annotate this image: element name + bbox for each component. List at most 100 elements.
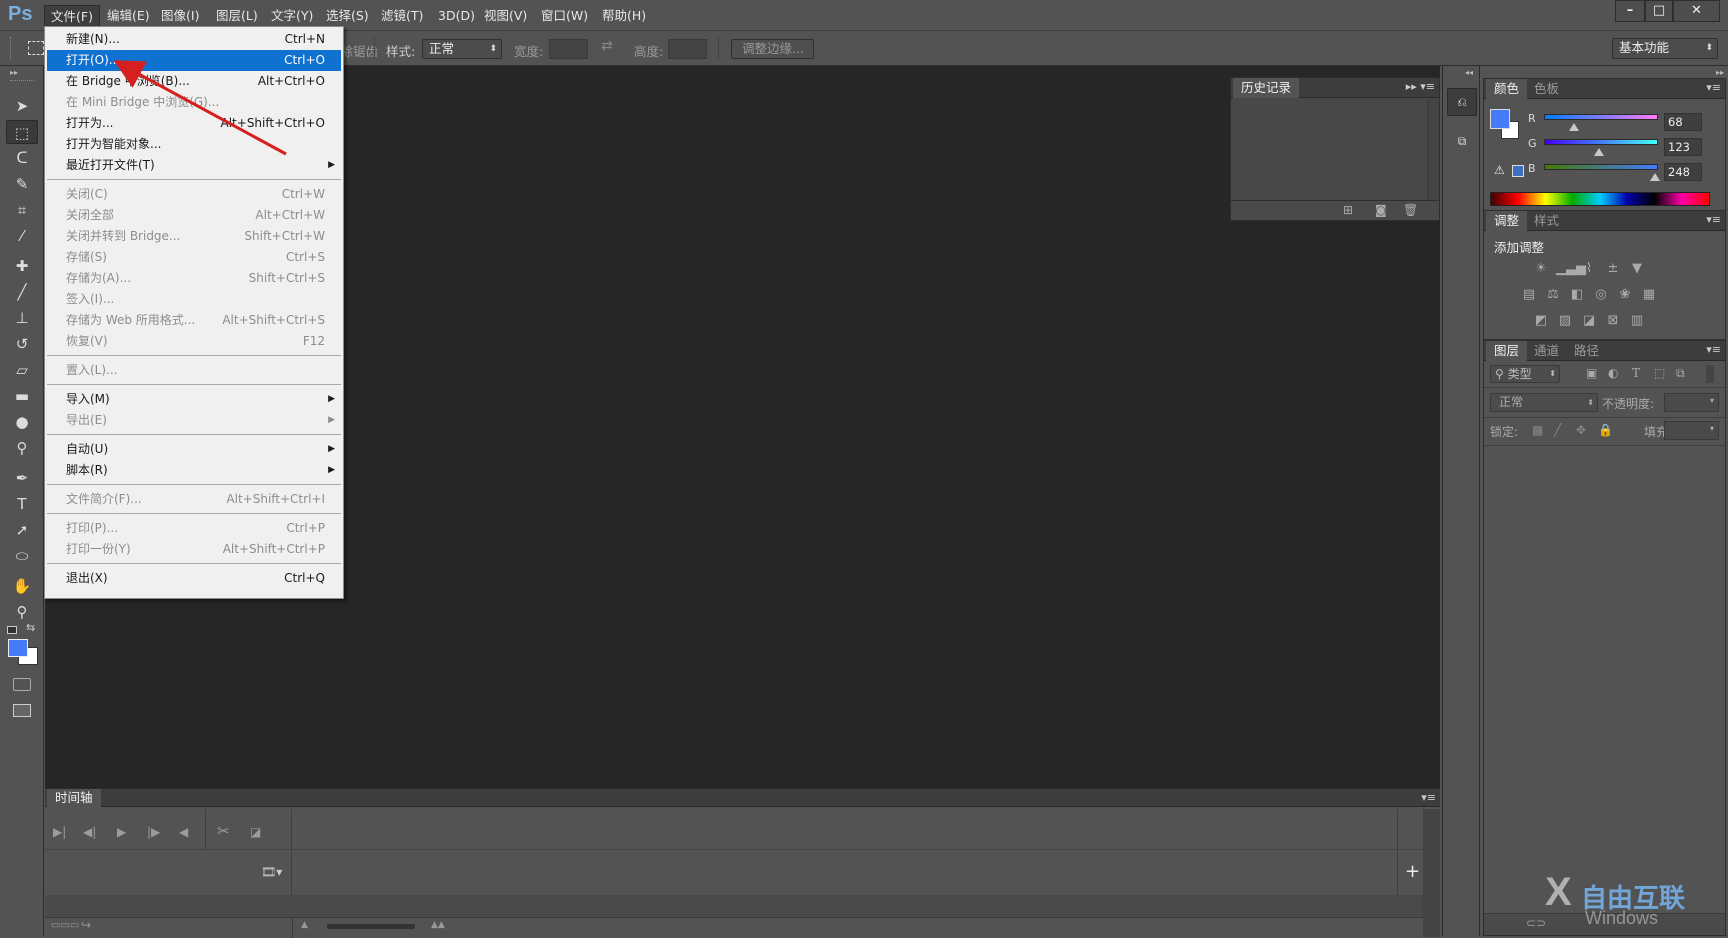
screen-mode-icon[interactable] xyxy=(13,704,31,717)
tab-adjustments[interactable]: 调整 xyxy=(1486,211,1528,231)
tab-color[interactable]: 颜色 xyxy=(1486,79,1528,99)
next-frame-icon[interactable]: |▶ xyxy=(147,825,160,839)
file-menu-item[interactable]: 脚本(R) ▶ xyxy=(47,460,341,481)
file-menu-item[interactable]: 导出(E) ▶ xyxy=(47,410,341,431)
scissors-icon[interactable]: ✂ xyxy=(217,822,230,840)
ellipse-tool[interactable]: ⬭ xyxy=(6,544,38,568)
frame-animation-icon[interactable]: ▭▭▭ xyxy=(51,920,79,931)
quick-mask-icon[interactable] xyxy=(13,678,31,691)
camera-snapshot-icon[interactable]: ◙ xyxy=(1375,203,1387,217)
menu-item[interactable]: 视图(V) xyxy=(478,7,533,25)
file-menu-item[interactable]: 导入(M) ▶ xyxy=(47,389,341,410)
collapse-icon[interactable]: ▸▸ xyxy=(10,68,18,77)
file-menu-item[interactable]: 关闭(C) Ctrl+W xyxy=(47,184,341,205)
brightness-contrast-icon[interactable]: ☀ xyxy=(1532,261,1550,277)
curves-icon[interactable]: ⌇ xyxy=(1580,261,1598,277)
link-layers-icon[interactable]: ⊂⊃ xyxy=(1526,916,1546,930)
vibrance-icon[interactable]: ▤ xyxy=(1520,287,1538,303)
height-input[interactable] xyxy=(668,39,707,59)
file-menu-item[interactable]: 新建(N)... Ctrl+N xyxy=(47,29,341,50)
tab-swatches[interactable]: 色板 xyxy=(1526,79,1567,99)
web-safe-color-swatch[interactable] xyxy=(1512,165,1524,177)
lock-image-icon[interactable]: ╱ xyxy=(1554,423,1561,437)
g-slider-handle[interactable] xyxy=(1593,148,1604,156)
history-brush-tool[interactable]: ↺ xyxy=(6,332,38,356)
file-menu-item[interactable]: 打开(O)... Ctrl+O xyxy=(47,50,341,71)
shape-filter-icon[interactable]: ⬚ xyxy=(1654,366,1665,380)
collapse-icon[interactable]: ◂◂ xyxy=(1465,68,1473,77)
panel-menu-icon[interactable]: ▾≡ xyxy=(1706,213,1721,226)
file-menu-item[interactable]: 关闭并转到 Bridge... Shift+Ctrl+W xyxy=(47,226,341,247)
file-menu-item[interactable]: 最近打开文件(T) ▶ xyxy=(47,155,341,176)
lock-transparent-icon[interactable]: ▩ xyxy=(1532,423,1543,437)
file-menu-item[interactable]: 在 Mini Bridge 中浏览(G)... xyxy=(47,92,341,113)
eraser-tool[interactable]: ▱ xyxy=(6,358,38,382)
file-menu-item[interactable]: 打印一份(Y) Alt+Shift+Ctrl+P xyxy=(47,539,341,560)
file-menu-item[interactable]: 文件简介(F)... Alt+Shift+Ctrl+I xyxy=(47,489,341,510)
opacity-input[interactable]: ▾ xyxy=(1664,393,1719,412)
file-menu-item[interactable]: 打印(P)... Ctrl+P xyxy=(47,518,341,539)
move-tool[interactable]: ➤ xyxy=(6,94,38,118)
file-menu-item[interactable]: 存储(S) Ctrl+S xyxy=(47,247,341,268)
chevron-down-icon[interactable]: ▾ xyxy=(1710,424,1714,433)
file-menu-item[interactable]: 置入(L)... xyxy=(47,360,341,381)
tab-paths[interactable]: 路径 xyxy=(1566,341,1607,361)
swap-icon[interactable]: ⇄ xyxy=(601,38,613,54)
file-menu-item[interactable]: 恢复(V) F12 xyxy=(47,331,341,352)
3d-panel-icon[interactable]: ⧉ xyxy=(1447,128,1477,156)
marquee-tool[interactable]: ⬚ xyxy=(6,120,38,144)
panel-menu-icon[interactable]: ▾≡ xyxy=(1706,81,1721,94)
tab-layers[interactable]: 图层 xyxy=(1486,341,1528,361)
color-lookup-icon[interactable]: ▦ xyxy=(1640,287,1658,303)
tab-timeline[interactable]: 时间轴 xyxy=(47,789,101,807)
threshold-icon[interactable]: ◪ xyxy=(1580,313,1598,329)
out-of-gamut-warning-icon[interactable]: ⚠ xyxy=(1494,163,1505,177)
collapse-icon[interactable]: ▸▸ xyxy=(1716,68,1724,77)
gradient-map-icon[interactable]: ▼ xyxy=(1628,261,1646,277)
quick-selection-tool[interactable]: ✎ xyxy=(6,172,38,196)
healing-brush-tool[interactable]: ✚ xyxy=(6,254,38,278)
photo-filter-icon[interactable]: ◎ xyxy=(1592,287,1610,303)
panel-menu-icon[interactable]: ▾≡ xyxy=(1706,343,1721,356)
invert-icon[interactable]: ◩ xyxy=(1532,313,1550,329)
foreground-color-swatch[interactable] xyxy=(8,639,28,657)
gradient-tool[interactable]: ▬ xyxy=(6,384,38,408)
play-icon[interactable]: ▶ xyxy=(117,825,126,839)
crop-tool[interactable]: ⌗ xyxy=(6,198,38,222)
refine-edge-button[interactable]: 调整边缘... xyxy=(731,39,814,59)
levels-icon[interactable]: ▁▃▅ xyxy=(1556,261,1586,277)
clone-stamp-tool[interactable]: ⊥ xyxy=(6,306,38,330)
chevron-down-icon[interactable]: ▾ xyxy=(1710,396,1714,405)
selective-color-icon[interactable]: ⊠ xyxy=(1604,313,1622,329)
menu-item[interactable]: 图像(I) xyxy=(155,7,205,25)
path-selection-tool[interactable]: ➚ xyxy=(6,518,38,542)
file-menu-item[interactable]: 打开为... Alt+Shift+Ctrl+O xyxy=(47,113,341,134)
color-spectrum-ramp[interactable] xyxy=(1490,192,1710,206)
video-track-icon[interactable]: 🎞▾ xyxy=(261,865,282,879)
tab-styles[interactable]: 样式 xyxy=(1526,211,1567,231)
b-slider[interactable] xyxy=(1544,164,1658,170)
r-slider-handle[interactable] xyxy=(1569,123,1580,131)
file-menu-item[interactable]: 打开为智能对象... xyxy=(47,134,341,155)
g-slider[interactable] xyxy=(1544,139,1658,145)
trash-icon[interactable]: 🗑 xyxy=(1403,203,1418,217)
zoom-out-icon[interactable]: ▲ xyxy=(301,920,308,930)
exposure-icon[interactable]: ± xyxy=(1604,261,1622,277)
grip-handle[interactable] xyxy=(10,80,34,83)
brush-tool[interactable]: ╱ xyxy=(6,280,38,304)
menu-item[interactable]: 窗口(W) xyxy=(535,7,594,25)
menu-item[interactable]: 图层(L) xyxy=(210,7,264,25)
add-track-icon[interactable]: + xyxy=(1405,861,1420,882)
type-filter-icon[interactable]: T xyxy=(1632,366,1640,380)
timeline-zoom-slider[interactable] xyxy=(327,924,415,929)
file-menu-item[interactable]: 签入(I)... xyxy=(47,289,341,310)
tab-history[interactable]: 历史记录 xyxy=(1233,78,1300,98)
marquee-preset-icon[interactable] xyxy=(28,41,44,55)
file-menu-item[interactable]: 关闭全部 Alt+Ctrl+W xyxy=(47,205,341,226)
lasso-tool[interactable]: ᑕ xyxy=(6,146,38,170)
menu-item[interactable]: 3D(D) xyxy=(432,7,481,25)
file-menu-item[interactable]: 在 Bridge 中浏览(B)... Alt+Ctrl+O xyxy=(47,71,341,92)
eyedropper-tool[interactable]: ⁄ xyxy=(6,224,38,248)
tab-channels[interactable]: 通道 xyxy=(1526,341,1567,361)
blur-tool[interactable]: ● xyxy=(6,410,38,434)
